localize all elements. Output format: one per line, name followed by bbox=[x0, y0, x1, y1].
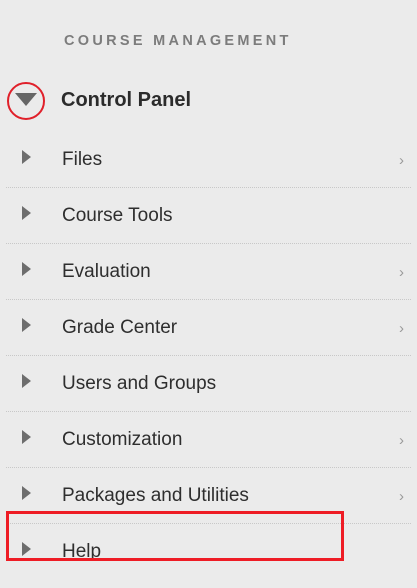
control-panel-header[interactable]: Control Panel bbox=[0, 74, 417, 132]
triangle-down-icon[interactable] bbox=[15, 93, 37, 106]
menu-item-packages-and-utilities[interactable]: Packages and Utilities › bbox=[0, 468, 417, 524]
menu-item-label: Grade Center bbox=[62, 317, 178, 338]
triangle-right-icon bbox=[22, 374, 31, 388]
menu-item-evaluation[interactable]: Evaluation › bbox=[0, 244, 417, 300]
chevron-right-icon: › bbox=[399, 152, 404, 169]
section-heading: COURSE MANAGEMENT bbox=[64, 33, 292, 49]
menu-item-help[interactable]: Help bbox=[0, 524, 417, 580]
chevron-right-icon: › bbox=[399, 488, 404, 505]
triangle-right-icon bbox=[22, 206, 31, 220]
menu-item-files[interactable]: Files › bbox=[0, 132, 417, 188]
triangle-right-icon bbox=[22, 150, 31, 164]
course-management-panel: COURSE MANAGEMENT Control Panel Files › … bbox=[0, 0, 417, 588]
menu-item-label: Help bbox=[62, 541, 102, 562]
menu-item-customization[interactable]: Customization › bbox=[0, 412, 417, 468]
menu-item-label: Users and Groups bbox=[62, 373, 217, 394]
triangle-right-icon bbox=[22, 262, 31, 276]
menu-item-label: Evaluation bbox=[62, 261, 151, 282]
menu-item-label: Course Tools bbox=[62, 205, 173, 226]
triangle-right-icon bbox=[22, 430, 31, 444]
menu-item-users-and-groups[interactable]: Users and Groups bbox=[0, 356, 417, 412]
triangle-right-icon bbox=[22, 486, 31, 500]
chevron-right-icon: › bbox=[399, 264, 404, 281]
chevron-right-icon: › bbox=[399, 320, 404, 337]
menu-item-label: Packages and Utilities bbox=[62, 485, 249, 506]
chevron-right-icon: › bbox=[399, 432, 404, 449]
triangle-right-icon bbox=[22, 542, 31, 556]
triangle-right-icon bbox=[22, 318, 31, 332]
control-panel-label: Control Panel bbox=[61, 89, 192, 111]
menu-item-label: Files bbox=[62, 149, 103, 170]
menu-item-label: Customization bbox=[62, 429, 183, 450]
menu-item-course-tools[interactable]: Course Tools bbox=[0, 188, 417, 244]
menu-item-grade-center[interactable]: Grade Center › bbox=[0, 300, 417, 356]
